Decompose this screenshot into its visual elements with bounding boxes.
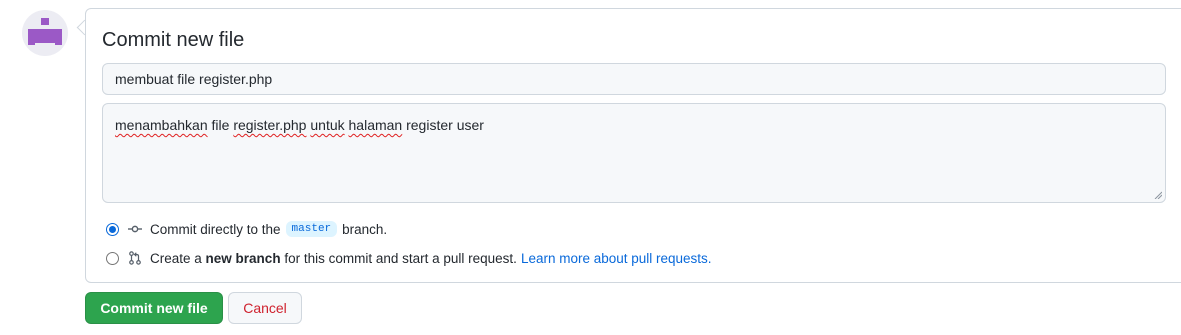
identicon-icon bbox=[28, 18, 62, 45]
branch-name-badge: master bbox=[285, 221, 338, 237]
user-avatar[interactable] bbox=[22, 10, 68, 56]
desc-word: menambahkan bbox=[115, 117, 208, 133]
desc-word: file bbox=[211, 117, 230, 133]
new-branch-suffix: for this commit and start a pull request… bbox=[284, 250, 517, 266]
new-branch-radio[interactable] bbox=[106, 251, 119, 265]
direct-option-suffix: branch. bbox=[342, 221, 388, 237]
commit-new-file-button[interactable]: Commit new file bbox=[85, 292, 223, 324]
git-pull-request-icon bbox=[129, 251, 141, 265]
desc-word: register.php bbox=[233, 117, 307, 133]
commit-panel: Commit new file menambahkan file registe… bbox=[85, 8, 1181, 283]
desc-word: untuk bbox=[310, 117, 345, 133]
desc-word: user bbox=[456, 117, 484, 133]
git-commit-icon bbox=[128, 225, 142, 233]
desc-word: register bbox=[406, 117, 453, 133]
new-branch-bold: new branch bbox=[205, 250, 281, 266]
cancel-button[interactable]: Cancel bbox=[228, 292, 302, 324]
commit-title: Commit new file bbox=[102, 29, 245, 51]
new-branch-option[interactable]: Create a new branch for this commit and … bbox=[106, 249, 712, 267]
commit-direct-option[interactable]: Commit directly to the master branch. bbox=[106, 220, 387, 238]
direct-option-prefix: Commit directly to the bbox=[150, 221, 281, 237]
commit-summary-input[interactable] bbox=[102, 63, 1166, 95]
commit-direct-radio[interactable] bbox=[106, 222, 119, 236]
commit-description-textarea[interactable]: menambahkan file register.php untuk hala… bbox=[102, 103, 1166, 203]
new-branch-prefix: Create a bbox=[150, 250, 202, 266]
desc-word: halaman bbox=[348, 117, 403, 133]
learn-more-link[interactable]: Learn more about pull requests. bbox=[521, 251, 712, 266]
resize-handle-icon[interactable] bbox=[1154, 191, 1162, 199]
